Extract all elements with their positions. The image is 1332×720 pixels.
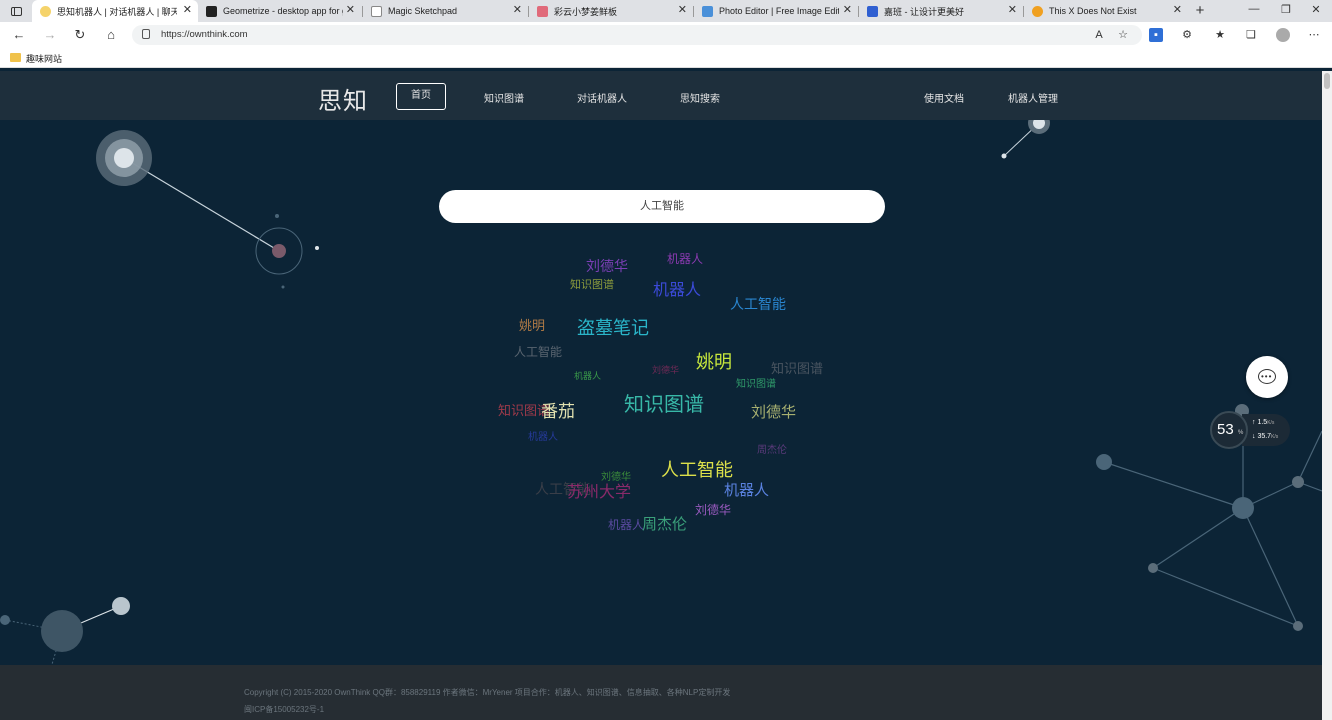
cloud-word[interactable]: 刘德华 [586, 256, 628, 276]
cloud-word[interactable]: 知识图谱 [570, 276, 614, 292]
tab-this-x-does-not-exist[interactable]: This X Does Not Exist ✕ [1024, 0, 1188, 22]
home-icon[interactable]: ⌂ [103, 27, 119, 43]
extension-icon[interactable]: ▪ [1149, 28, 1163, 42]
download-value: 35.7 [1257, 433, 1272, 440]
site-footer: Copyright (C) 2015-2020 OwnThink QQ群：858… [0, 665, 1322, 720]
zhanban-favicon-icon [867, 5, 878, 17]
tab-photo-editor[interactable]: Photo Editor | Free Image Editin ✕ [694, 0, 858, 22]
cloud-word[interactable]: 姚明 [519, 315, 545, 334]
extensions-puzzle-icon[interactable]: ⚙ [1180, 28, 1194, 42]
sun-favicon-icon [1032, 5, 1043, 17]
cloud-word[interactable]: 周杰伦 [642, 513, 687, 534]
forward-arrow-icon[interactable]: → [42, 27, 58, 43]
tab-title: This X Does Not Exist [1049, 6, 1137, 16]
tab-title: Magic Sketchpad [388, 6, 458, 16]
cloud-word[interactable]: 机器人 [724, 479, 769, 500]
copyright-text: Copyright (C) 2015-2020 OwnThink QQ群：858… [244, 688, 731, 697]
address-bar[interactable]: https://ownthink.com [132, 25, 1142, 45]
lock-icon [142, 29, 150, 39]
upload-speed: ↑ 1.5K/s [1252, 419, 1274, 426]
browser-toolbar: ← → ↻ ⌂ https://ownthink.com A ☆ ▪ ⚙ ★ ❏… [0, 22, 1332, 48]
tab-title: Geometrize - desktop app for g [223, 6, 343, 16]
cloud-word[interactable]: 姚明 [696, 348, 732, 374]
photo-editor-favicon-icon [702, 5, 713, 17]
usage-percent: 53 [1217, 421, 1234, 438]
close-window-button[interactable]: ✕ [1306, 3, 1326, 16]
close-tab-icon[interactable]: ✕ [346, 5, 355, 16]
back-arrow-icon[interactable]: ← [11, 27, 27, 43]
browser-tab-bar: 思知机器人 | 对话机器人 | 聊天 ✕ Geometrize - deskto… [0, 0, 1332, 22]
cloud-word[interactable]: 人工智能 [514, 343, 562, 360]
chat-button[interactable]: ••• [1246, 356, 1288, 398]
close-tab-icon[interactable]: ✕ [183, 5, 192, 16]
new-tab-button[interactable]: + [1192, 2, 1208, 19]
page-scrollbar[interactable] [1322, 71, 1332, 720]
tab-actions-icon[interactable] [0, 0, 32, 22]
folder-icon [10, 53, 21, 62]
download-unit: K/s [1271, 434, 1279, 440]
cloud-word[interactable]: 机器人 [667, 250, 703, 267]
minimize-button[interactable]: — [1244, 3, 1264, 15]
network-speed-widget[interactable]: 53 % ↑ 1.5K/s ↓ 35.7K/s [1210, 411, 1290, 449]
icp-license-link[interactable]: 闽ICP备15005232号-1 [244, 704, 324, 715]
tab-title: 彩云小梦姜鲜板 [554, 6, 618, 17]
bookmark-folder-label[interactable]: 趣味网站 [26, 52, 62, 65]
percent-sign: % [1238, 430, 1244, 436]
tab-caiyun[interactable]: 彩云小梦姜鲜板 ✕ [529, 0, 693, 22]
tab-title: 思知机器人 | 对话机器人 | 聊天 [57, 6, 177, 17]
tab-magic-sketchpad[interactable]: Magic Sketchpad ✕ [363, 0, 528, 22]
close-tab-icon[interactable]: ✕ [1008, 5, 1017, 16]
cloud-word[interactable]: 知识图谱 [624, 388, 704, 417]
cloud-word[interactable]: 盗墓笔记 [577, 314, 649, 340]
geometrize-favicon-icon [206, 5, 217, 17]
cloud-word[interactable]: 周杰伦 [757, 441, 787, 456]
add-favorite-icon[interactable]: ☆ [1116, 28, 1130, 42]
dots-icon: ••• [1261, 372, 1273, 381]
upload-value: 1.5 [1257, 419, 1268, 426]
page-favicon-icon [371, 5, 382, 17]
cloud-word[interactable]: 知识图谱 [736, 375, 776, 390]
cloud-word[interactable]: 人工智能 [730, 294, 786, 314]
bookmarks-bar: 趣味网站 [0, 48, 1332, 68]
favorites-icon[interactable]: ★ [1213, 28, 1227, 42]
download-speed: ↓ 35.7K/s [1252, 433, 1278, 440]
ownthink-favicon-icon [40, 5, 51, 17]
word-cloud: 刘德华 机器人 知识图谱 机器人 人工智能 姚明 盗墓笔记 人工智能 知识图谱 … [0, 71, 1322, 720]
read-aloud-icon[interactable]: A [1092, 28, 1106, 42]
tab-title: Photo Editor | Free Image Editin [719, 6, 839, 16]
tab-title: 嘉班 - 让设计更美好 [884, 6, 964, 17]
scrollbar-thumb[interactable] [1324, 73, 1330, 89]
close-tab-icon[interactable]: ✕ [843, 5, 852, 16]
cloud-word[interactable]: 番茄 [541, 397, 575, 422]
caiyun-favicon-icon [537, 5, 548, 17]
cloud-word[interactable]: 刘德华 [695, 501, 731, 518]
web-page: 思知 首页 知识图谱 对话机器人 思知搜索 使用文档 机器人管理 人工智能 刘德… [0, 71, 1322, 720]
close-tab-icon[interactable]: ✕ [1173, 5, 1182, 16]
profile-avatar-icon[interactable] [1276, 28, 1290, 42]
close-tab-icon[interactable]: ✕ [513, 5, 522, 16]
cloud-word[interactable]: 苏州大学 [567, 478, 631, 502]
cloud-word[interactable]: 机器人 [574, 369, 601, 382]
cloud-word[interactable]: 知识图谱 [771, 358, 823, 377]
cloud-word[interactable]: 刘德华 [652, 363, 679, 376]
close-tab-icon[interactable]: ✕ [678, 5, 687, 16]
tab-geometrize[interactable]: Geometrize - desktop app for g ✕ [198, 0, 361, 22]
tab-ownthink[interactable]: 思知机器人 | 对话机器人 | 聊天 ✕ [32, 0, 198, 22]
cloud-word[interactable]: 刘德华 [751, 401, 796, 422]
cloud-word[interactable]: 机器人 [528, 428, 558, 443]
cloud-word[interactable]: 机器人 [608, 516, 644, 533]
refresh-icon[interactable]: ↻ [72, 27, 88, 43]
collections-icon[interactable]: ❏ [1244, 28, 1258, 42]
cloud-word[interactable]: 人工智能 [661, 456, 733, 482]
restore-button[interactable]: ❐ [1276, 3, 1296, 16]
cloud-word[interactable]: 机器人 [653, 276, 701, 300]
url-text: https://ownthink.com [161, 29, 248, 40]
upload-unit: K/s [1267, 420, 1275, 426]
more-menu-icon[interactable]: ⋯ [1307, 28, 1321, 42]
tab-zhanban[interactable]: 嘉班 - 让设计更美好 ✕ [859, 0, 1023, 22]
